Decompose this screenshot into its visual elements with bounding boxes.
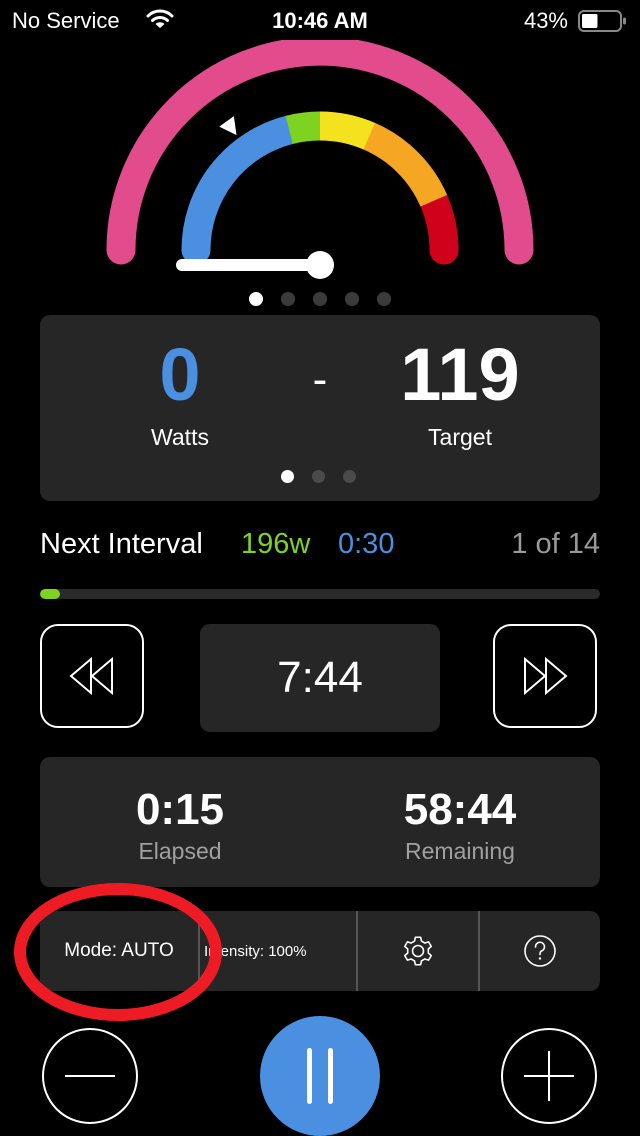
pause-icon (307, 1048, 333, 1104)
interval-timer: 7:44 (200, 624, 440, 732)
target-value: 119 (400, 333, 520, 416)
gauge-zone-2 (285, 111, 321, 145)
gauge-page-indicator[interactable] (249, 292, 391, 306)
next-interval-label: Next Interval (40, 528, 203, 560)
watts-value: 0 (159, 333, 201, 416)
workout-progress-bar (40, 589, 600, 599)
watts-label: Watts (151, 424, 209, 450)
battery-level-fill (582, 14, 598, 28)
settings-button[interactable] (358, 911, 480, 991)
elapsed-label: Elapsed (138, 838, 222, 864)
next-interval-button[interactable] (493, 624, 597, 728)
fast-forward-icon (524, 656, 568, 696)
next-interval-watts: 196w (241, 528, 311, 560)
minus-icon (65, 1075, 115, 1077)
power-page-dot[interactable] (312, 470, 325, 483)
workout-progress-fill (40, 589, 60, 599)
status-bar: No Service 10:46 AM 43% (0, 0, 640, 42)
gauge-page-dot[interactable] (377, 292, 391, 306)
intensity-button[interactable]: Intensity: 100% (200, 911, 358, 991)
remaining-value: 58:44 (403, 785, 517, 834)
gauge-zone-3 (319, 111, 376, 150)
pause-button[interactable] (260, 1016, 380, 1136)
gauge-page-dot[interactable] (249, 292, 263, 306)
help-button[interactable] (480, 911, 600, 991)
rewind-icon (69, 656, 113, 696)
next-interval-duration: 0:30 (338, 528, 395, 560)
remaining-label: Remaining (405, 838, 515, 864)
help-icon (524, 935, 556, 967)
gauge-zone-4 (363, 122, 448, 208)
plus-icon (524, 1051, 574, 1101)
power-page-indicator[interactable] (281, 470, 356, 483)
power-page-dot[interactable] (281, 470, 294, 483)
gauge-page-dot[interactable] (313, 292, 327, 306)
previous-interval-button[interactable] (40, 624, 144, 728)
battery-percent: 43% (523, 8, 568, 33)
gauge-outer-arc (106, 40, 534, 265)
target-label: Target (428, 424, 492, 450)
gear-icon (403, 936, 433, 966)
gauge-zone-5 (420, 194, 459, 251)
power-gauge (106, 40, 534, 279)
power-separator: - (312, 355, 328, 404)
elapsed-value: 0:15 (135, 785, 225, 834)
power-page-dot[interactable] (343, 470, 356, 483)
decrease-button[interactable] (42, 1028, 138, 1124)
highlight-annotation (14, 883, 222, 1021)
interval-position: 1 of 14 (511, 528, 600, 560)
gauge-needle-hub (306, 251, 334, 279)
battery-icon (578, 10, 628, 32)
increase-button[interactable] (501, 1028, 597, 1124)
gauge-zone-1 (181, 115, 294, 251)
gauge-page-dot[interactable] (345, 292, 359, 306)
gauge-page-dot[interactable] (281, 292, 295, 306)
